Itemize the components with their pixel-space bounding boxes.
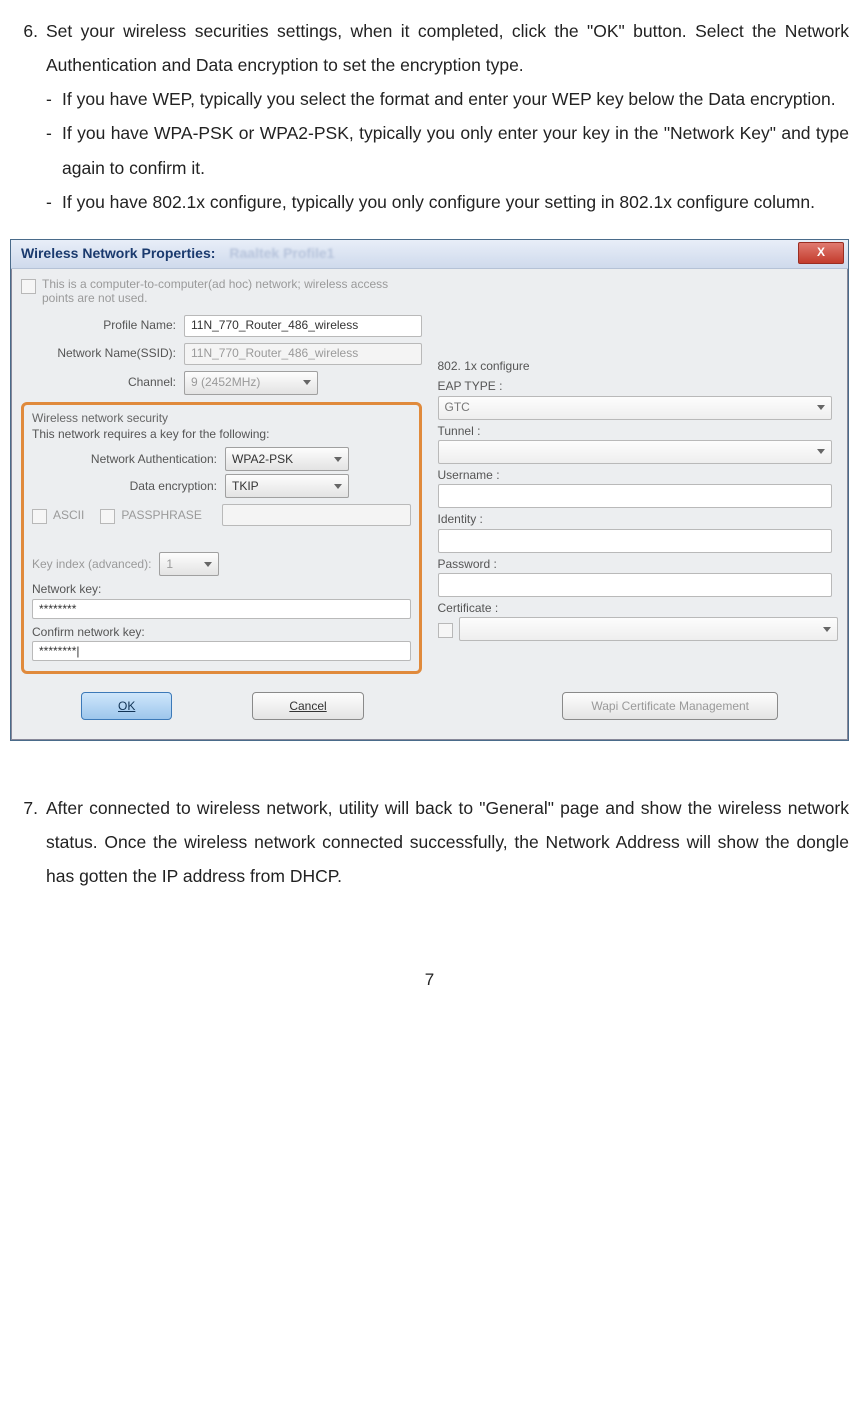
chevron-down-icon bbox=[817, 405, 825, 410]
chevron-down-icon bbox=[303, 380, 311, 385]
ssid-label: Network Name(SSID): bbox=[21, 346, 184, 360]
ok-button[interactable]: OK bbox=[81, 692, 172, 720]
channel-select[interactable]: 9 (2452MHz) bbox=[184, 371, 318, 395]
chevron-down-icon bbox=[334, 484, 342, 489]
enc-row: Data encryption: TKIP bbox=[32, 474, 411, 498]
passphrase-option[interactable]: PASSPHRASE bbox=[100, 507, 201, 524]
password-input[interactable] bbox=[438, 573, 832, 597]
ssid-input[interactable]: 11N_770_Router_486_wireless bbox=[184, 343, 422, 365]
ssid-row: Network Name(SSID): 11N_770_Router_486_w… bbox=[21, 343, 422, 365]
close-icon: X bbox=[817, 245, 825, 259]
adhoc-label: This is a computer-to-computer(ad hoc) n… bbox=[42, 277, 422, 306]
eap-select[interactable]: GTC bbox=[438, 396, 832, 420]
chevron-down-icon bbox=[204, 562, 212, 567]
chevron-down-icon bbox=[817, 449, 825, 454]
title-extra: Raaltek Profile1 bbox=[229, 245, 334, 262]
step-number: 7. bbox=[10, 791, 46, 825]
confirm-label: Confirm network key: bbox=[32, 625, 411, 639]
bullet-text: If you have 802.1x configure, typically … bbox=[62, 185, 849, 219]
adhoc-row: This is a computer-to-computer(ad hoc) n… bbox=[21, 277, 422, 306]
cert-label: Certificate : bbox=[438, 601, 839, 615]
cancel-button[interactable]: Cancel bbox=[252, 692, 363, 720]
step-number: 6. bbox=[10, 14, 46, 48]
auth-select[interactable]: WPA2-PSK bbox=[225, 447, 349, 471]
eap-value: GTC bbox=[445, 400, 470, 414]
passphrase-checkbox[interactable] bbox=[100, 509, 115, 524]
window-title: Wireless Network Properties: bbox=[21, 245, 215, 262]
wapi-button[interactable]: Wapi Certificate Management bbox=[562, 692, 778, 720]
bullet-text: If you have WEP, typically you select th… bbox=[62, 82, 849, 116]
eap-label: EAP TYPE : bbox=[438, 379, 839, 393]
right-panel: 802. 1x configure EAP TYPE : GTC Tunnel … bbox=[438, 277, 839, 642]
keyindex-select[interactable]: 1 bbox=[159, 552, 219, 576]
left-panel: This is a computer-to-computer(ad hoc) n… bbox=[21, 277, 422, 674]
cert-select[interactable] bbox=[459, 617, 839, 641]
username-input[interactable] bbox=[438, 484, 832, 508]
profile-input[interactable]: 11N_770_Router_486_wireless bbox=[184, 315, 422, 337]
netkey-label: Network key: bbox=[32, 582, 411, 596]
bullet-wpa: - If you have WPA-PSK or WPA2-PSK, typic… bbox=[46, 116, 849, 184]
page-number: 7 bbox=[10, 963, 849, 996]
security-subline: This network requires a key for the foll… bbox=[32, 427, 411, 441]
keyindex-label: Key index (advanced): bbox=[32, 557, 151, 571]
tunnel-label: Tunnel : bbox=[438, 424, 839, 438]
username-label: Username : bbox=[438, 468, 839, 482]
channel-value: 9 (2452MHz) bbox=[191, 375, 260, 389]
adhoc-checkbox[interactable] bbox=[21, 279, 36, 294]
dialog-figure: Wireless Network Properties: Raaltek Pro… bbox=[10, 239, 849, 741]
bullet-wep: - If you have WEP, typically you select … bbox=[46, 82, 849, 116]
chevron-down-icon bbox=[334, 457, 342, 462]
bullet-text: If you have WPA-PSK or WPA2-PSK, typical… bbox=[62, 116, 849, 184]
passphrase-label: PASSPHRASE bbox=[121, 508, 201, 522]
enc-value: TKIP bbox=[232, 479, 259, 493]
format-row: ASCII PASSPHRASE bbox=[32, 504, 411, 526]
dash: - bbox=[46, 185, 62, 219]
tunnel-select[interactable] bbox=[438, 440, 832, 464]
cert-row bbox=[438, 617, 839, 641]
ascii-option[interactable]: ASCII bbox=[32, 507, 84, 524]
format-input[interactable] bbox=[222, 504, 411, 526]
identity-label: Identity : bbox=[438, 512, 839, 526]
channel-row: Channel: 9 (2452MHz) bbox=[21, 371, 422, 395]
keyindex-value: 1 bbox=[166, 557, 173, 571]
ascii-label: ASCII bbox=[53, 508, 84, 522]
ascii-checkbox[interactable] bbox=[32, 509, 47, 524]
dash: - bbox=[46, 116, 62, 150]
keyindex-row: Key index (advanced): 1 bbox=[32, 552, 411, 576]
step7-text: After connected to wireless network, uti… bbox=[46, 791, 849, 893]
step-7: 7. After connected to wireless network, … bbox=[10, 791, 849, 893]
button-row: OK Cancel Wapi Certificate Management bbox=[21, 682, 838, 724]
password-label: Password : bbox=[438, 557, 839, 571]
enc-select[interactable]: TKIP bbox=[225, 474, 349, 498]
step-body: Set your wireless securities settings, w… bbox=[46, 14, 849, 219]
8021x-header: 802. 1x configure bbox=[438, 359, 839, 373]
auth-value: WPA2-PSK bbox=[232, 452, 293, 466]
bullet-8021x: - If you have 802.1x configure, typicall… bbox=[46, 185, 849, 219]
confirm-input[interactable]: ********| bbox=[32, 641, 411, 661]
channel-label: Channel: bbox=[21, 375, 184, 389]
step6-intro: Set your wireless securities settings, w… bbox=[46, 14, 849, 82]
auth-row: Network Authentication: WPA2-PSK bbox=[32, 447, 411, 471]
wireless-properties-dialog: Wireless Network Properties: Raaltek Pro… bbox=[10, 239, 849, 741]
cert-checkbox[interactable] bbox=[438, 623, 453, 638]
enc-label: Data encryption: bbox=[32, 479, 225, 493]
identity-input[interactable] bbox=[438, 529, 832, 553]
profile-row: Profile Name: 11N_770_Router_486_wireles… bbox=[21, 315, 422, 337]
netkey-input[interactable]: ******** bbox=[32, 599, 411, 619]
security-group: Wireless network security This network r… bbox=[21, 402, 422, 675]
auth-label: Network Authentication: bbox=[32, 452, 225, 466]
step-6: 6. Set your wireless securities settings… bbox=[10, 14, 849, 219]
profile-label: Profile Name: bbox=[21, 318, 184, 332]
chevron-down-icon bbox=[823, 627, 831, 632]
security-legend: Wireless network security bbox=[32, 411, 411, 425]
close-button[interactable]: X bbox=[798, 242, 844, 264]
dash: - bbox=[46, 82, 62, 116]
titlebar: Wireless Network Properties: Raaltek Pro… bbox=[11, 240, 848, 269]
